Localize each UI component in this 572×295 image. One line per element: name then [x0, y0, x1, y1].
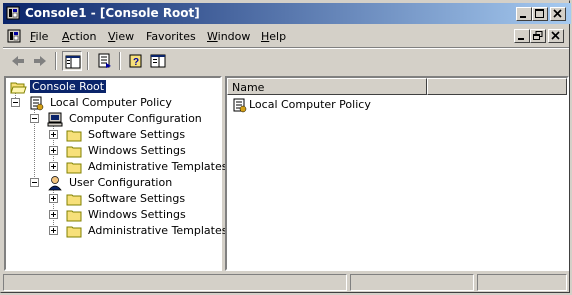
policy-scroll-icon [30, 96, 44, 111]
toolbar-separator [87, 52, 89, 70]
minimize-button[interactable] [516, 7, 532, 21]
restore-icon [533, 31, 543, 40]
tree-label: Software Settings [88, 128, 186, 141]
help-button[interactable]: ? [126, 51, 146, 71]
menu-bar: File Action View Favorites Window Help [3, 26, 569, 46]
mmc-console-icon [6, 6, 20, 20]
toolbar: ? [3, 49, 569, 73]
result-pane[interactable]: Name Local Computer Policy [225, 76, 569, 271]
close-button[interactable] [550, 7, 566, 21]
console-tree-icon [65, 55, 81, 69]
collapse-minus-icon[interactable] [30, 178, 39, 187]
close-icon [551, 31, 560, 40]
show-hide-action-pane-button[interactable] [148, 51, 168, 71]
column-header-label: Name [232, 81, 265, 94]
status-cell-tertiary [477, 274, 567, 291]
svg-text:?: ? [133, 57, 139, 68]
toolbar-separator [119, 52, 121, 70]
menu-help[interactable]: Help [261, 30, 286, 43]
tree-label: Windows Settings [88, 144, 186, 157]
user-icon [48, 176, 62, 191]
column-header-empty[interactable] [427, 78, 567, 95]
list-header: Name [227, 78, 567, 95]
maximize-icon [535, 9, 544, 18]
folder-open-icon [10, 82, 27, 94]
expand-plus-icon[interactable] [49, 162, 58, 171]
export-list-icon [98, 53, 111, 68]
column-header-name[interactable]: Name [227, 78, 427, 95]
child-restore-button[interactable] [530, 29, 546, 43]
child-minimize-button[interactable] [514, 29, 530, 43]
close-icon [553, 9, 562, 18]
toolbar-separator [55, 52, 57, 70]
window-title: Console1 - [Console Root] [25, 6, 200, 20]
title-bar[interactable]: Console1 - [Console Root] [3, 3, 571, 24]
folder-icon [66, 210, 82, 222]
tree-label: Console Root [28, 79, 108, 94]
forward-button[interactable] [30, 51, 50, 71]
policy-scroll-icon [233, 98, 247, 113]
status-bar [3, 273, 569, 291]
export-list-button[interactable] [94, 51, 114, 71]
child-close-button[interactable] [548, 29, 564, 43]
forward-arrow-icon [34, 56, 46, 66]
tree-label: User Configuration [69, 176, 173, 189]
menu-view[interactable]: View [108, 30, 134, 43]
expand-plus-icon[interactable] [49, 226, 58, 235]
menu-window[interactable]: Window [207, 30, 250, 43]
show-hide-console-tree-button[interactable] [62, 51, 82, 71]
tree-label: Software Settings [88, 192, 186, 205]
menu-action[interactable]: Action [62, 30, 96, 43]
expand-plus-icon[interactable] [49, 146, 58, 155]
folder-icon [66, 146, 82, 158]
action-pane-icon [150, 54, 166, 68]
folder-icon [66, 162, 82, 174]
mmc-window: Console1 - [Console Root] File Action Vi… [0, 0, 571, 293]
tree-label: Local Computer Policy [50, 96, 172, 109]
status-cell-main [3, 274, 347, 291]
collapse-minus-icon[interactable] [11, 98, 20, 107]
status-cell-secondary [350, 274, 474, 291]
menu-file[interactable]: File [30, 30, 48, 43]
tree-label: Administrative Templates [88, 224, 228, 237]
minimize-icon [520, 16, 526, 18]
tree-label: Computer Configuration [69, 112, 202, 125]
computer-icon [47, 112, 63, 127]
folder-icon [66, 130, 82, 142]
list-item-label: Local Computer Policy [249, 98, 371, 111]
menu-favorites[interactable]: Favorites [146, 30, 196, 43]
collapse-minus-icon[interactable] [30, 114, 39, 123]
back-arrow-icon [12, 56, 24, 66]
back-button[interactable] [8, 51, 28, 71]
maximize-button[interactable] [532, 7, 548, 21]
tree-label: Administrative Templates [88, 160, 228, 173]
expand-plus-icon[interactable] [49, 210, 58, 219]
tree-label: Windows Settings [88, 208, 186, 221]
console-tree-pane[interactable]: Console Root Local Computer Policy Compu… [4, 76, 228, 271]
help-book-icon: ? [129, 54, 142, 68]
folder-icon [66, 194, 82, 206]
minimize-icon [518, 38, 524, 40]
folder-icon [66, 226, 82, 238]
expand-plus-icon[interactable] [49, 194, 58, 203]
mmc-system-menu-icon[interactable] [6, 28, 22, 44]
expand-plus-icon[interactable] [49, 130, 58, 139]
